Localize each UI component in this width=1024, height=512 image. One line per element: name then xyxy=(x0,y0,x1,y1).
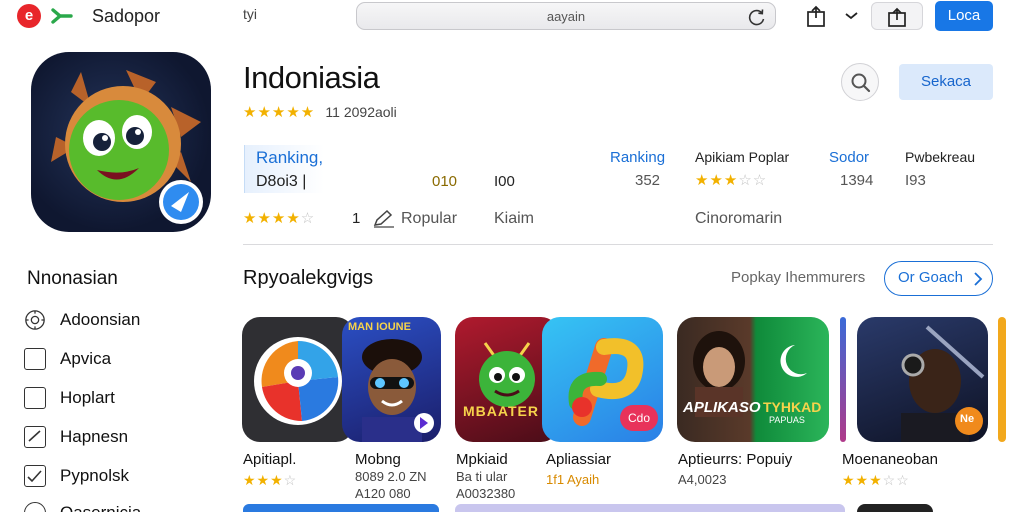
next-row-tile[interactable] xyxy=(857,504,933,512)
checkbox-checked-icon xyxy=(24,426,46,448)
checkbox-checked-icon xyxy=(24,465,46,487)
app-meta: Ba ti ular xyxy=(456,469,508,484)
sidebar-item-adoonsian[interactable]: Adoonsian xyxy=(24,307,204,333)
secondary-stars-icon: ★★★★☆ xyxy=(243,210,316,227)
popular-stars-icon: ★★★☆☆ xyxy=(695,172,768,189)
app-icon-hero xyxy=(31,52,211,232)
app-name[interactable]: Apliassiar xyxy=(546,451,611,468)
search-icon xyxy=(851,73,871,93)
app-tile-mobng[interactable]: MAN IOUNE xyxy=(342,317,441,442)
stat-value-2: I00 xyxy=(494,173,515,190)
app-tile-apitiapl[interactable] xyxy=(242,317,354,442)
app-name[interactable]: Moenaneoban xyxy=(842,451,938,468)
secondary-count: 1 xyxy=(352,210,361,227)
app-name[interactable]: Apitiapl. xyxy=(243,451,296,468)
aptieur-title: APLIKASO xyxy=(683,399,761,416)
upload-icon xyxy=(888,7,906,27)
pin-logo-icon xyxy=(254,337,342,425)
ranking-col-label: Ranking xyxy=(610,149,666,166)
checkbox-icon xyxy=(24,387,46,409)
sidebar-item-label: Adoonsian xyxy=(60,310,141,329)
address-bar[interactable]: aayain xyxy=(356,2,776,30)
sidebar-item-apvica[interactable]: Apvica xyxy=(24,346,204,372)
sidebar-title: Nnonasian xyxy=(27,268,118,289)
circle-icon xyxy=(24,502,46,512)
sodor-col-value: 1394 xyxy=(840,172,874,189)
search-action-button[interactable]: Sekaca xyxy=(899,64,993,100)
monster-mascot-icon xyxy=(51,70,203,224)
app-stars-icon: ★★★☆☆ xyxy=(842,472,910,488)
app-meta: A120 080 xyxy=(355,486,411,501)
sidebar-item-label: Apvica xyxy=(60,349,112,368)
sidebar-item-hapnesn[interactable]: Hapnesn xyxy=(24,424,204,450)
brand-logo-icon[interactable]: e xyxy=(17,4,41,28)
character-portrait-icon xyxy=(362,339,434,442)
mpkiaid-banner: MBAATER xyxy=(463,403,539,419)
publisher-col-label: Pwbekreau xyxy=(905,149,976,165)
claim-link[interactable]: Kiaim xyxy=(494,210,534,228)
sodor-col-label: Sodor xyxy=(829,149,870,166)
upload-button[interactable] xyxy=(871,2,923,30)
app-meta: 8089 2.0 ZN xyxy=(355,469,427,484)
aptieur-small: PAPUAS xyxy=(769,415,805,425)
section-title: Rpyoalekgvigs xyxy=(243,267,374,289)
share-icon[interactable] xyxy=(805,5,827,27)
apliassiar-badge: Cdo xyxy=(620,405,658,431)
pencil-icon xyxy=(373,209,394,228)
popular-col-label: Apikiam Poplar xyxy=(695,149,790,165)
divider xyxy=(243,244,993,245)
gear-icon xyxy=(25,310,45,330)
app-tile-moenaneoban[interactable]: Ne xyxy=(857,317,988,442)
sidebar-item-hoplart[interactable]: Hoplart xyxy=(24,385,204,411)
star-rating-icon: ★★★★★ xyxy=(243,104,316,121)
app-title: Indoniasia xyxy=(243,60,380,95)
checkbox-icon xyxy=(24,348,46,370)
sidebar-item-oasernicia[interactable]: Oasernicia xyxy=(24,500,204,512)
sidebar-item-pypnolsk[interactable]: Pypnolsk xyxy=(24,463,204,489)
login-button[interactable]: Loca xyxy=(935,1,993,31)
stat-value-1: 010 xyxy=(432,173,458,190)
woman-portrait-icon xyxy=(693,331,807,417)
publisher-col-value: I93 xyxy=(905,172,926,189)
ranking-col-value: 352 xyxy=(635,172,661,189)
app-meta: A0032380 xyxy=(456,486,516,501)
sidebar-item-label: Hoplart xyxy=(60,388,115,407)
community-label: Cinoromarin xyxy=(695,210,783,227)
ranking-label: Ranking, xyxy=(256,148,324,167)
app-name[interactable]: Aptieurrs: Popuiy xyxy=(678,451,792,468)
moen-badge: Ne xyxy=(960,413,975,425)
popular-link[interactable]: Ropular xyxy=(401,210,457,228)
forward-arrow-icon[interactable] xyxy=(51,6,73,26)
rating-count: 11 2092aoli xyxy=(325,104,397,120)
app-meta: A4,0023 xyxy=(678,472,727,487)
mobng-banner: MAN IOUNE xyxy=(348,321,411,333)
search-button[interactable] xyxy=(841,63,879,101)
see-all-button[interactable]: Or Goach xyxy=(884,261,993,296)
app-tile-partial[interactable] xyxy=(998,317,1006,442)
app-meta: 1f1 Ayaih xyxy=(546,472,600,487)
tab-label[interactable]: tyi xyxy=(243,6,257,22)
app-tile-aptieurrs[interactable]: APLIKASO TYHKAD PAPUAS xyxy=(677,317,829,442)
sidebar-item-label: Oasernicia xyxy=(60,503,141,512)
ranking-value: D8oi3 | xyxy=(256,173,307,190)
rating-row: ★★★★★ 11 2092aoli xyxy=(243,103,397,121)
app-name[interactable]: Mpkiaid xyxy=(456,451,508,468)
sidebar-item-label: Hapnesn xyxy=(60,427,129,446)
sidebar-item-label: Pypnolsk xyxy=(60,466,129,485)
app-tile-edge xyxy=(840,317,846,442)
chevron-right-icon xyxy=(974,272,983,286)
address-text: aayain xyxy=(546,9,586,24)
app-tile-apliassiar[interactable]: Cdo xyxy=(542,317,663,442)
reload-icon[interactable] xyxy=(747,7,767,27)
brand-name: Sadopor xyxy=(92,6,161,26)
section-subtitle: Popkay Ihemmurers xyxy=(731,269,866,286)
next-row-tile[interactable] xyxy=(243,504,439,512)
aptieur-sub: TYHKAD xyxy=(763,399,822,415)
app-stars-icon: ★★★☆ xyxy=(243,472,298,488)
next-row-tile[interactable] xyxy=(455,504,845,512)
top-bar: e Sadopor tyi aayain Loca xyxy=(0,0,1024,34)
app-name[interactable]: Mobng xyxy=(355,451,401,468)
chevron-down-icon[interactable] xyxy=(841,5,863,27)
